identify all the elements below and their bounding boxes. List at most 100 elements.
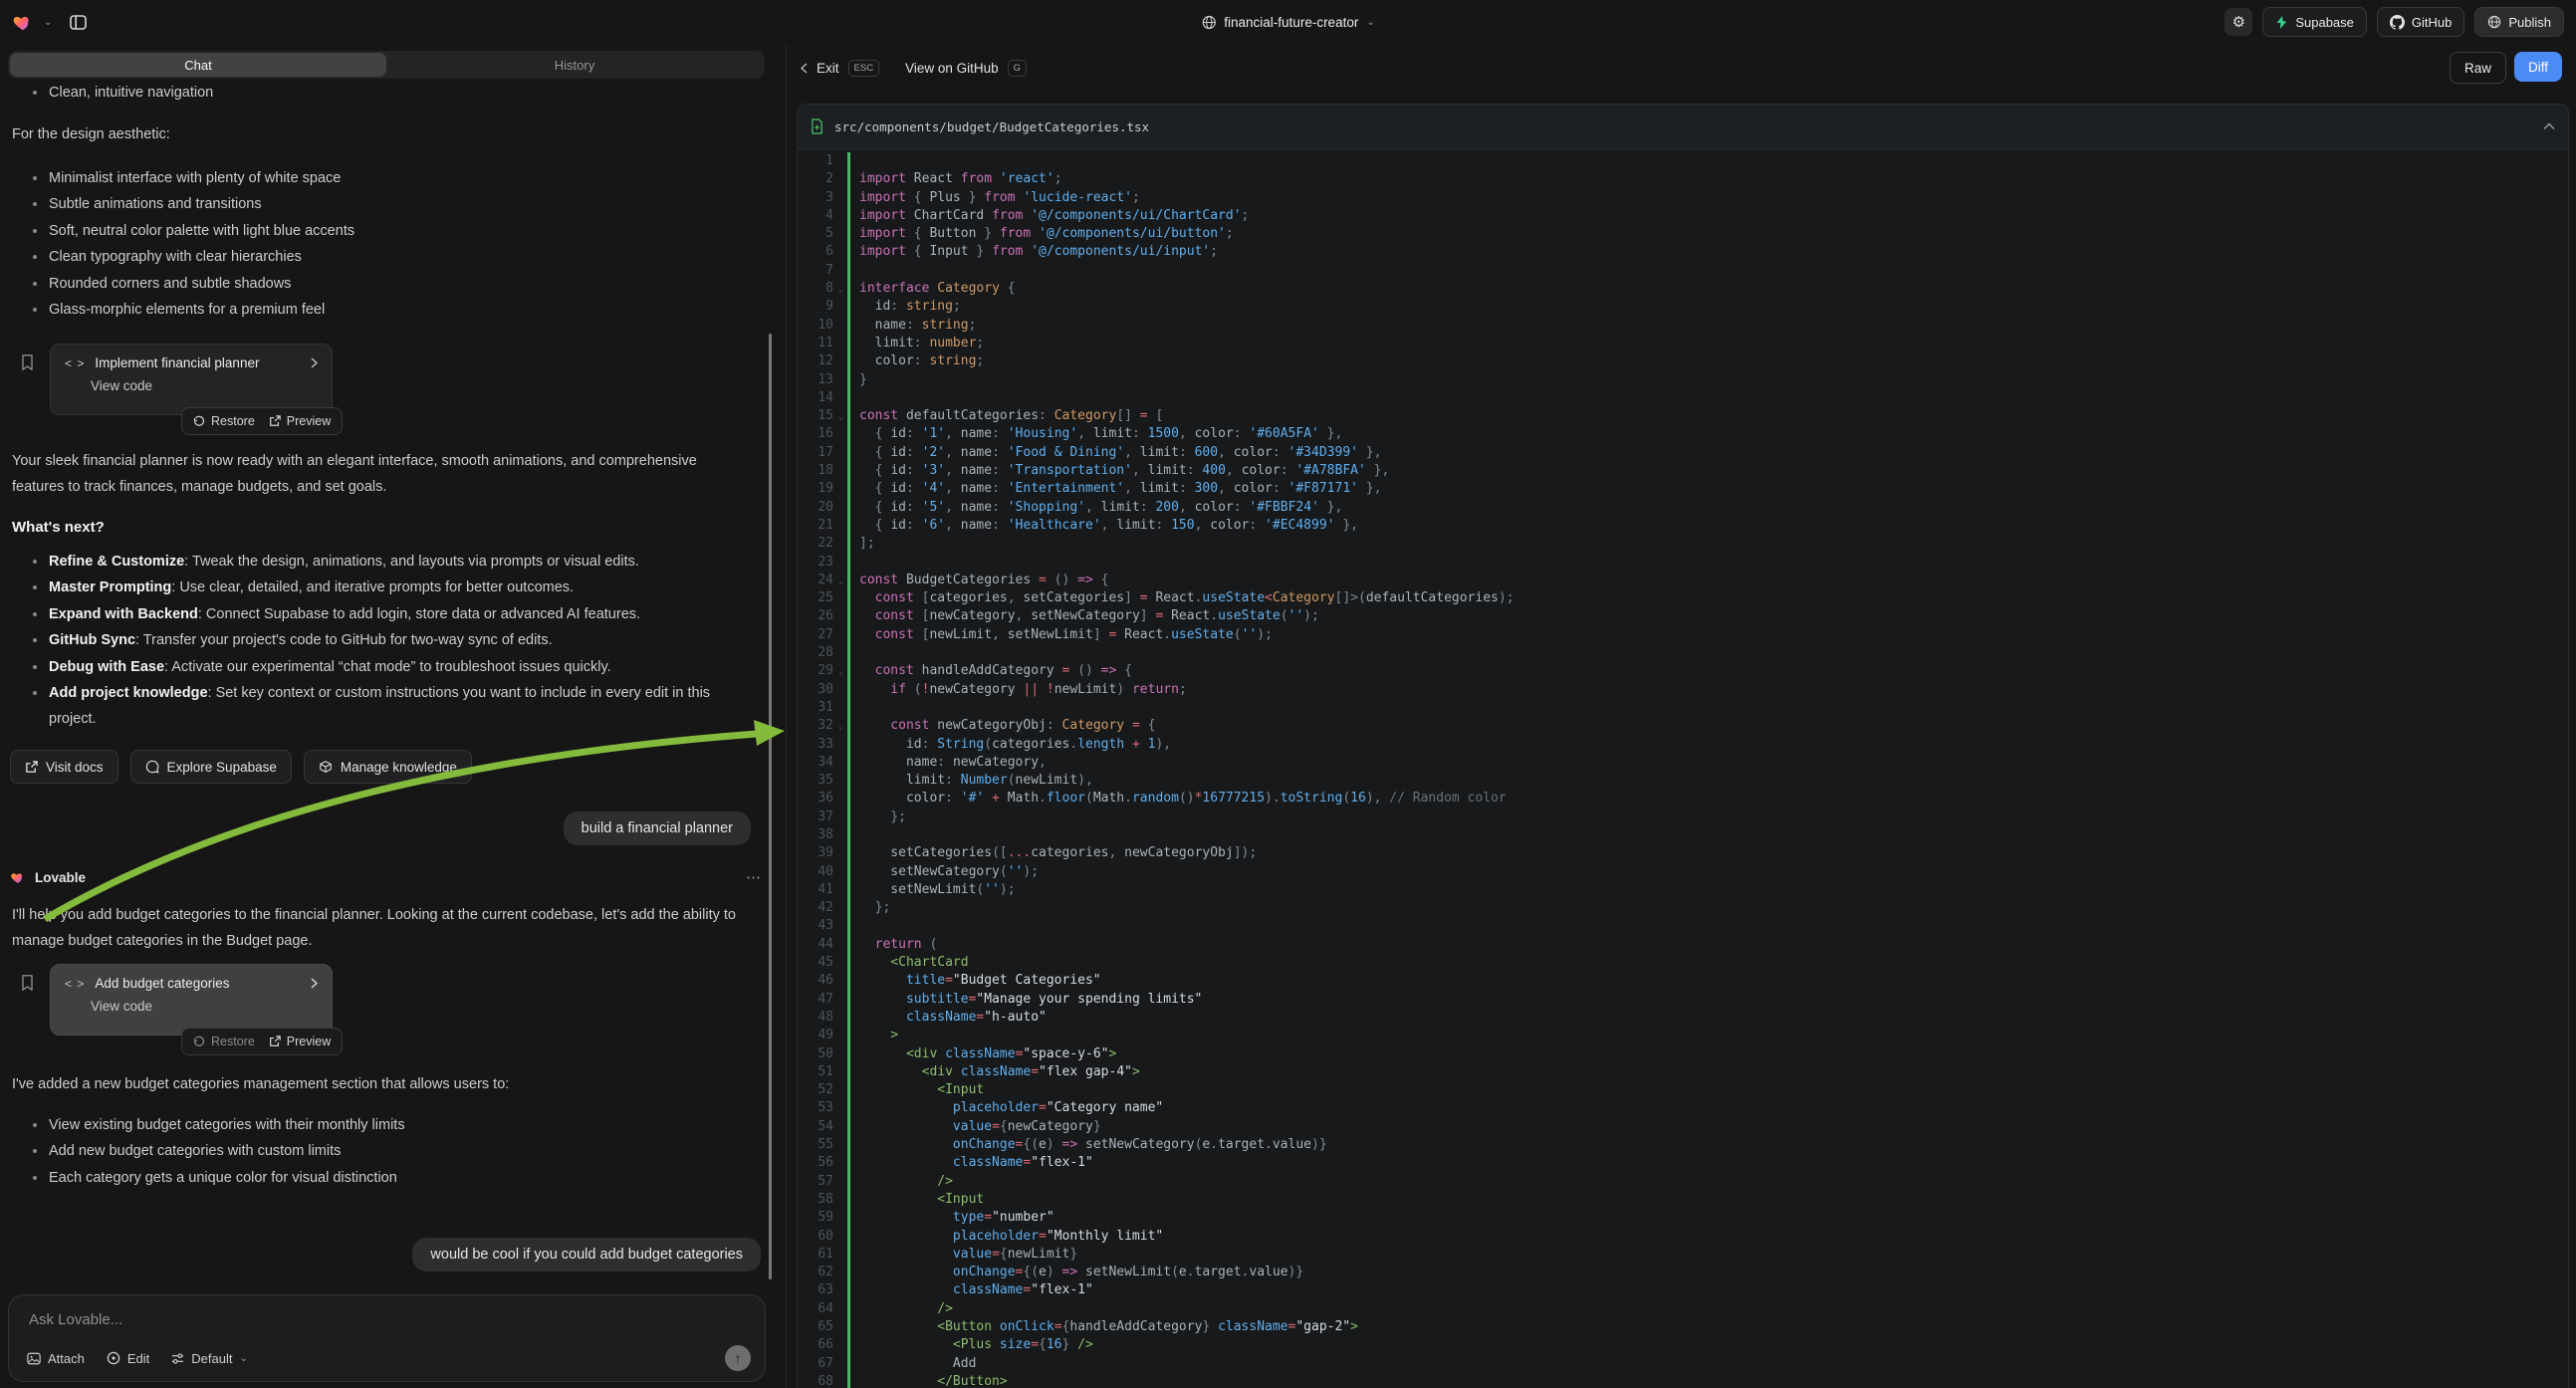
code-line: 24⌄const BudgetCategories = () => { — [798, 572, 2568, 589]
settings-button[interactable]: ⚙ — [2225, 8, 2252, 36]
code-line: 10 name: string; — [798, 317, 2568, 335]
exit-button[interactable]: Exit ESC — [801, 60, 879, 77]
code-line: 33 id: String(categories.length + 1), — [798, 736, 2568, 754]
arrow-up-icon: ↑ — [735, 1350, 742, 1366]
target-icon — [107, 1351, 120, 1365]
supabase-label: Supabase — [2295, 15, 2354, 30]
tab-chat[interactable]: Chat — [10, 53, 386, 77]
publish-button[interactable]: Publish — [2474, 7, 2564, 37]
code-line: 61 value={newLimit} — [798, 1246, 2568, 1264]
version-card-add-budget-categories[interactable]: < > Add budget categories View code — [50, 964, 333, 1036]
visit-docs-button[interactable]: Visit docs — [10, 750, 118, 784]
code-line: 1 — [798, 152, 2568, 170]
chat-scrollbar[interactable] — [769, 334, 772, 1279]
code-line: 41 setNewLimit(''); — [798, 881, 2568, 899]
restore-icon — [193, 1036, 205, 1047]
code-line: 43 — [798, 917, 2568, 935]
code-line: 55 onChange={(e) => setNewCategory(e.tar… — [798, 1136, 2568, 1154]
view-code-link[interactable]: View code — [91, 999, 318, 1014]
tab-history[interactable]: History — [386, 53, 763, 77]
list-item: Glass-morphic elements for a premium fee… — [12, 297, 746, 323]
code-line: 28 — [798, 644, 2568, 662]
project-switcher[interactable]: financial-future-creator ⌄ — [1201, 0, 1374, 44]
whats-next-heading: What's next? — [12, 515, 746, 541]
list-item: Subtle animations and transitions — [12, 191, 746, 217]
collapse-chevron-up-icon[interactable] — [2543, 122, 2555, 130]
code-line: 56 className="flex-1" — [798, 1154, 2568, 1172]
code-line: 29⌄ const handleAddCategory = () => { — [798, 662, 2568, 680]
explore-supabase-button[interactable]: Explore Supabase — [130, 750, 292, 784]
app-header: ⌄ financial-future-creator ⌄ ⚙ Supabase … — [0, 0, 2576, 44]
version-title: Add budget categories — [95, 976, 301, 991]
esc-key-badge: ESC — [848, 60, 880, 77]
chat-composer[interactable]: Ask Lovable... Attach Edit Default ⌄ ↑ — [8, 1294, 766, 1382]
diff-toggle-button[interactable]: Diff — [2514, 52, 2562, 82]
code-line: 22]; — [798, 535, 2568, 553]
code-line: 14 — [798, 389, 2568, 407]
file-added-icon — [811, 118, 823, 134]
code-line: 51 <div className="flex gap-4"> — [798, 1063, 2568, 1081]
file-header[interactable]: src/components/budget/BudgetCategories.t… — [798, 105, 2568, 149]
code-line: 64 /> — [798, 1300, 2568, 1318]
added-intro: I've added a new budget categories manag… — [12, 1071, 746, 1097]
bookmark-icon[interactable] — [20, 353, 35, 371]
code-line: 58 <Input — [798, 1191, 2568, 1209]
code-line: 52 <Input — [798, 1081, 2568, 1099]
list-item: Each category gets a unique color for vi… — [12, 1165, 746, 1191]
code-line: 20 { id: '5', name: 'Shopping', limit: 2… — [798, 499, 2568, 517]
list-item: GitHub Sync: Transfer your project's cod… — [12, 627, 756, 653]
g-key-badge: G — [1008, 60, 1027, 77]
code-line: 60 placeholder="Monthly limit" — [798, 1228, 2568, 1246]
model-selector[interactable]: Default ⌄ — [171, 1351, 248, 1366]
project-name: financial-future-creator — [1224, 15, 1358, 30]
edit-button[interactable]: Edit — [107, 1351, 149, 1366]
raw-toggle-button[interactable]: Raw — [2450, 52, 2506, 84]
github-label: GitHub — [2412, 15, 2452, 30]
code-line: 11 limit: number; — [798, 335, 2568, 352]
preview-button[interactable]: Preview — [269, 414, 331, 428]
bookmark-icon[interactable] — [20, 974, 35, 992]
view-code-link[interactable]: View code — [91, 378, 318, 393]
code-line: 23 — [798, 554, 2568, 572]
view-on-github-button[interactable]: View on GitHub G — [905, 60, 1027, 77]
external-link-icon — [269, 1036, 281, 1047]
attach-button[interactable]: Attach — [27, 1351, 85, 1366]
file-path: src/components/budget/BudgetCategories.t… — [834, 119, 2532, 134]
code-line: 67 Add — [798, 1355, 2568, 1373]
chevron-left-icon — [801, 63, 808, 74]
restore-button[interactable]: Restore — [193, 1035, 255, 1048]
github-button[interactable]: GitHub — [2377, 7, 2464, 37]
code-line: 19 { id: '4', name: 'Entertainment', lim… — [798, 480, 2568, 498]
project-chevron-down-icon: ⌄ — [1366, 17, 1374, 28]
suggestion-buttons: Visit docs Explore Supabase Manage knowl… — [10, 750, 472, 784]
code-line: 5import { Button } from '@/components/ui… — [798, 225, 2568, 243]
more-options-icon[interactable]: ⋯ — [746, 868, 762, 886]
preview-button[interactable]: Preview — [269, 1035, 331, 1048]
list-item: Refine & Customize: Tweak the design, an… — [12, 549, 756, 575]
logo-chevron-down-icon[interactable]: ⌄ — [44, 17, 52, 28]
version-actions: Restore Preview — [181, 407, 343, 435]
supabase-button[interactable]: Supabase — [2262, 7, 2367, 37]
code-line: 18 { id: '3', name: 'Transportation', li… — [798, 462, 2568, 480]
chat-bubble-icon — [145, 760, 159, 774]
sliders-icon — [171, 1352, 184, 1365]
manage-knowledge-button[interactable]: Manage knowledge — [304, 750, 472, 784]
github-icon — [2390, 15, 2405, 30]
code-line: 40 setNewCategory(''); — [798, 863, 2568, 881]
list-item: Master Prompting: Use clear, detailed, a… — [12, 575, 756, 600]
code-line: 4import ChartCard from '@/components/ui/… — [798, 207, 2568, 225]
list-item: Debug with Ease: Activate our experiment… — [12, 654, 756, 680]
lovable-logo-icon[interactable] — [12, 11, 34, 33]
composer-input[interactable]: Ask Lovable... — [29, 1311, 122, 1328]
list-item: Clean typography with clear hierarchies — [12, 244, 746, 270]
restore-button[interactable]: Restore — [193, 414, 255, 428]
send-button[interactable]: ↑ — [725, 1345, 751, 1371]
sidebar-toggle-icon[interactable] — [70, 15, 87, 30]
code-line: 57 /> — [798, 1173, 2568, 1191]
version-card-implement-planner[interactable]: < > Implement financial planner View cod… — [50, 344, 333, 415]
added-bullets: View existing budget categories with the… — [12, 1112, 746, 1191]
code-line: 37 }; — [798, 809, 2568, 826]
version-actions: Restore Preview — [181, 1028, 343, 1055]
assistant-header: Lovable ⋯ — [10, 868, 762, 886]
next-items: Refine & Customize: Tweak the design, an… — [12, 549, 756, 733]
